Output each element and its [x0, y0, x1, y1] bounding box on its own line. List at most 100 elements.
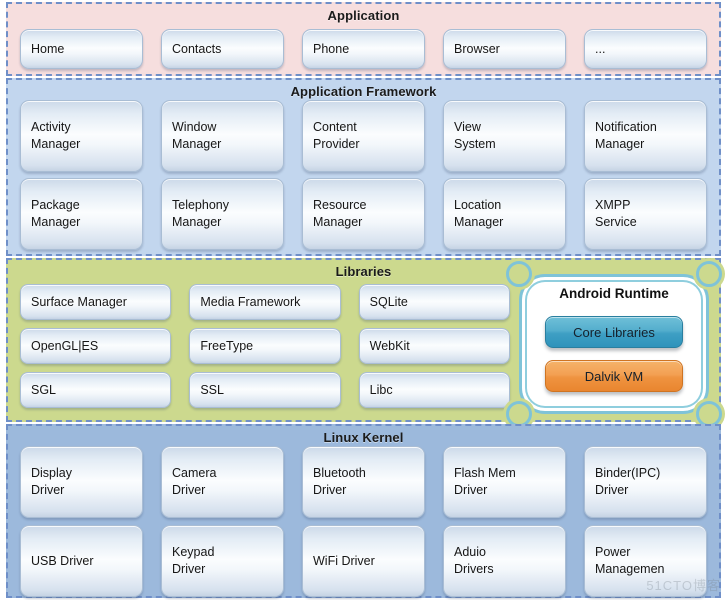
framework-item-content-provider-line2: Provider [313, 137, 360, 151]
framework-item-xmpp-service[interactable]: XMPP Service [584, 178, 707, 250]
kernel-item-bluetooth-driver[interactable]: Bluetooth Driver [302, 446, 425, 518]
library-item-sqlite[interactable]: SQLite [358, 284, 510, 320]
layer-libraries: Libraries Surface Manager Media Framewor… [6, 258, 722, 427]
kernel-item-power-management-line2: Managemen [595, 562, 665, 576]
framework-item-telephony-manager[interactable]: Telephony Manager [161, 178, 284, 250]
library-item-surface-manager[interactable]: Surface Manager [20, 284, 172, 320]
kernel-item-binder-ipc-driver[interactable]: Binder(IPC) Driver [584, 446, 707, 518]
framework-item-package-manager[interactable]: Package Manager [20, 178, 143, 250]
app-item-contacts[interactable]: Contacts [161, 29, 284, 69]
framework-item-view-system[interactable]: View System [443, 100, 566, 172]
kernel-item-display-driver[interactable]: Display Driver [20, 446, 143, 518]
kernel-item-power-management-line1: Power [595, 545, 631, 559]
app-item-home-label: Home [31, 41, 65, 56]
application-items-row: Home Contacts Phone Browser ... [8, 24, 719, 69]
framework-item-window-manager-line1: Window [172, 120, 217, 134]
kernel-item-binder-ipc-driver-line2: Driver [595, 483, 629, 497]
framework-item-notification-manager-line1: Notification [595, 120, 657, 134]
framework-item-view-system-line2: System [454, 137, 496, 151]
libraries-grid: Surface Manager Media Framework SQLite O… [20, 284, 510, 416]
framework-item-notification-manager[interactable]: Notification Manager [584, 100, 707, 172]
framework-row-2: Package Manager Telephony Manager Resour… [8, 178, 719, 250]
framework-item-location-manager-line1: Location [454, 198, 502, 212]
kernel-item-keypad-driver-line1: Keypad [172, 545, 215, 559]
library-item-opengl-es[interactable]: OpenGL|ES [20, 328, 172, 364]
library-item-ssl-label: SSL [200, 382, 224, 397]
library-item-freetype-label: FreeType [200, 338, 254, 353]
kernel-item-keypad-driver[interactable]: Keypad Driver [161, 525, 284, 597]
runtime-item-core-libraries[interactable]: Core Libraries [545, 316, 683, 348]
libraries-row-1: Surface Manager Media Framework SQLite [20, 284, 510, 320]
kernel-item-display-driver-line1: Display [31, 466, 72, 480]
framework-item-xmpp-service-line1: XMPP [595, 198, 631, 212]
framework-item-telephony-manager-line1: Telephony [172, 198, 229, 212]
kernel-item-camera-driver-line1: Camera [172, 466, 217, 480]
kernel-item-flash-mem-driver-line2: Driver [454, 483, 488, 497]
kernel-item-flash-mem-driver-line1: Flash Mem [454, 466, 516, 480]
kernel-item-wifi-driver-line1: WiFi Driver [313, 553, 375, 568]
framework-item-content-provider[interactable]: Content Provider [302, 100, 425, 172]
framework-item-xmpp-service-line2: Service [595, 215, 637, 229]
library-item-ssl[interactable]: SSL [189, 372, 341, 408]
library-item-libc[interactable]: Libc [358, 372, 510, 408]
framework-item-package-manager-line2: Manager [31, 215, 81, 229]
library-item-webkit[interactable]: WebKit [358, 328, 510, 364]
kernel-item-audio-drivers[interactable]: Aduio Drivers [443, 525, 566, 597]
library-item-surface-manager-label: Surface Manager [31, 294, 127, 309]
app-item-browser[interactable]: Browser [443, 29, 566, 69]
app-item-phone-label: Phone [313, 41, 350, 56]
framework-item-location-manager-line2: Manager [454, 215, 504, 229]
framework-row-1: Activity Manager Window Manager Content … [8, 100, 719, 172]
layer-application-title: Application [327, 8, 400, 23]
kernel-item-audio-drivers-line1: Aduio [454, 545, 486, 559]
libraries-row-3: SGL SSL Libc [20, 372, 510, 408]
framework-item-telephony-manager-line2: Manager [172, 215, 222, 229]
kernel-item-camera-driver-line2: Driver [172, 483, 206, 497]
library-item-libc-label: Libc [369, 382, 393, 397]
framework-item-content-provider-line1: Content [313, 120, 357, 134]
library-item-webkit-label: WebKit [369, 338, 410, 353]
layer-linux-kernel: Linux Kernel Display Driver Camera Drive… [6, 424, 721, 598]
libraries-row-2: OpenGL|ES FreeType WebKit [20, 328, 510, 364]
framework-item-notification-manager-line2: Manager [595, 137, 645, 151]
kernel-item-binder-ipc-driver-line1: Binder(IPC) [595, 466, 661, 480]
framework-item-location-manager[interactable]: Location Manager [443, 178, 566, 250]
android-architecture-diagram: Application Home Contacts Phone Browser … [0, 0, 727, 600]
library-item-opengl-es-label: OpenGL|ES [31, 338, 99, 353]
layer-kernel-title: Linux Kernel [323, 430, 404, 445]
framework-item-activity-manager[interactable]: Activity Manager [20, 100, 143, 172]
framework-item-resource-manager-line2: Manager [313, 215, 363, 229]
kernel-item-bluetooth-driver-line2: Driver [313, 483, 347, 497]
kernel-item-keypad-driver-line2: Driver [172, 562, 206, 576]
kernel-item-camera-driver[interactable]: Camera Driver [161, 446, 284, 518]
kernel-item-wifi-driver[interactable]: WiFi Driver [302, 525, 425, 597]
app-item-more-label: ... [595, 41, 606, 56]
kernel-row-1: Display Driver Camera Driver Bluetooth D… [8, 446, 719, 518]
layer-framework-title: Application Framework [290, 84, 437, 99]
kernel-item-flash-mem-driver[interactable]: Flash Mem Driver [443, 446, 566, 518]
app-item-more[interactable]: ... [584, 29, 707, 69]
app-item-phone[interactable]: Phone [302, 29, 425, 69]
framework-item-window-manager[interactable]: Window Manager [161, 100, 284, 172]
kernel-item-power-management[interactable]: Power Managemen [584, 525, 707, 597]
library-item-sqlite-label: SQLite [369, 294, 408, 309]
layer-application-framework: Application Framework Activity Manager W… [6, 78, 721, 256]
library-item-freetype[interactable]: FreeType [189, 328, 341, 364]
framework-item-resource-manager-line1: Resource [313, 198, 367, 212]
library-item-media-framework[interactable]: Media Framework [189, 284, 341, 320]
kernel-item-audio-drivers-line2: Drivers [454, 562, 494, 576]
framework-item-activity-manager-line1: Activity [31, 120, 71, 134]
framework-item-activity-manager-line2: Manager [31, 137, 81, 151]
framework-item-resource-manager[interactable]: Resource Manager [302, 178, 425, 250]
runtime-corner-notch-top-right [696, 261, 722, 287]
runtime-item-dalvik-vm[interactable]: Dalvik VM [545, 360, 683, 392]
runtime-corner-notch-top-left [506, 261, 532, 287]
library-item-sgl[interactable]: SGL [20, 372, 172, 408]
library-item-media-framework-label: Media Framework [200, 294, 301, 309]
kernel-item-display-driver-line2: Driver [31, 483, 65, 497]
framework-item-window-manager-line2: Manager [172, 137, 222, 151]
library-item-sgl-label: SGL [31, 382, 57, 397]
app-item-home[interactable]: Home [20, 29, 143, 69]
app-item-browser-label: Browser [454, 41, 500, 56]
kernel-item-usb-driver[interactable]: USB Driver [20, 525, 143, 597]
